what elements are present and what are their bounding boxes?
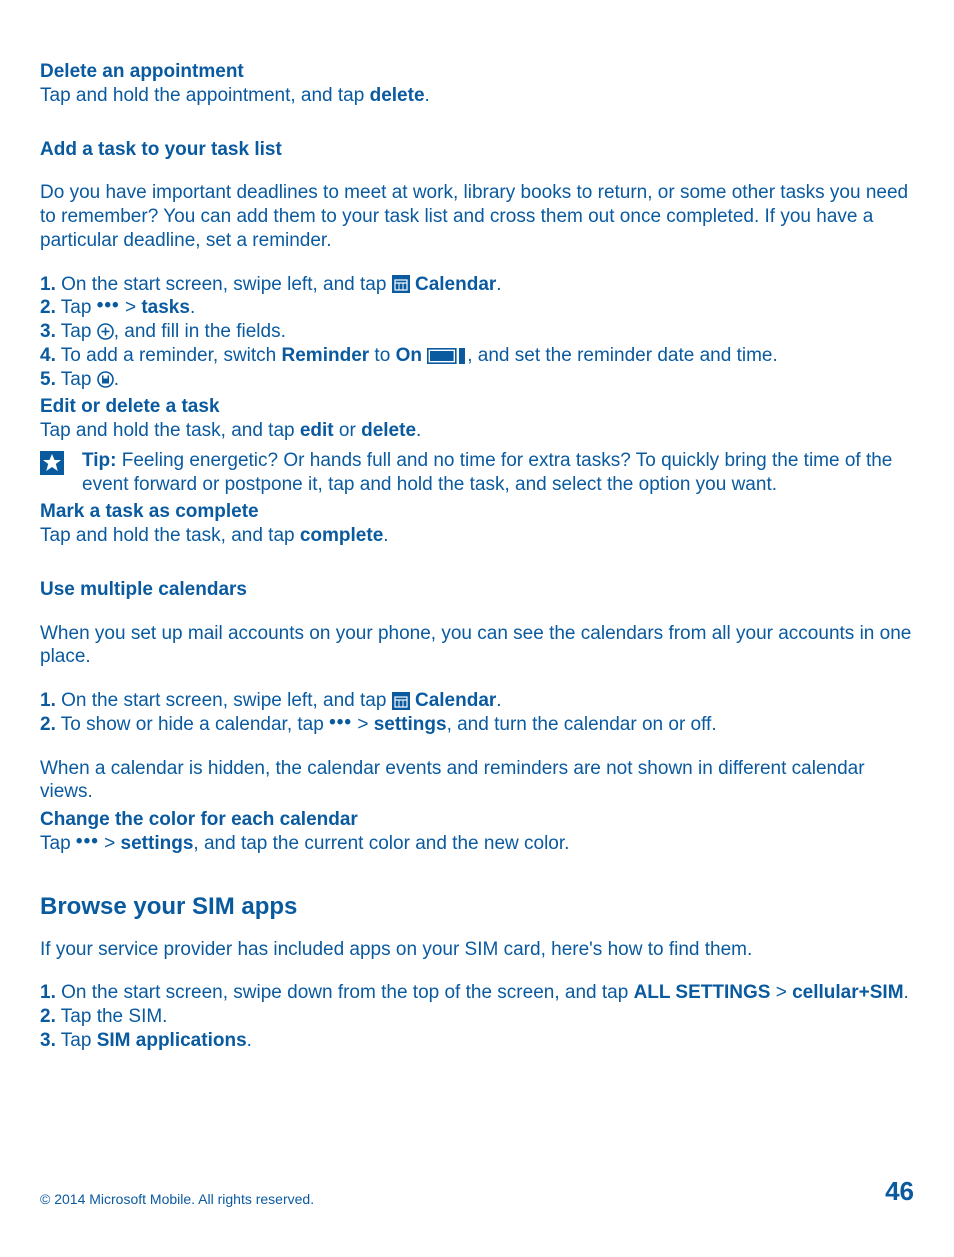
label-calendar: Calendar — [415, 690, 496, 711]
text: On the start screen, swipe left, and tap — [56, 690, 392, 711]
text: or — [334, 420, 361, 441]
step-number: 1. — [40, 982, 56, 1003]
step-1-cal: 1. On the start screen, swipe left, and … — [40, 689, 914, 713]
text: Tap and hold the appointment, and tap — [40, 85, 370, 106]
label-edit: edit — [300, 420, 334, 441]
step-number: 2. — [40, 297, 56, 318]
text: To show or hide a calendar, tap — [56, 714, 329, 735]
heading-add-task: Add a task to your task list — [40, 138, 914, 162]
text: . — [247, 1030, 252, 1051]
text: To add a reminder, switch — [56, 345, 282, 366]
step-2-sim: 2. Tap the SIM. — [40, 1005, 914, 1029]
label-settings: settings — [121, 833, 194, 854]
page-content: Delete an appointment Tap and hold the a… — [40, 60, 914, 1053]
text: . — [383, 525, 388, 546]
body-mark-complete: Tap and hold the task, and tap complete. — [40, 524, 914, 548]
heading-change-color: Change the color for each calendar — [40, 808, 914, 832]
more-icon: ••• — [76, 831, 99, 852]
step-number: 5. — [40, 369, 56, 390]
step-number: 2. — [40, 714, 56, 735]
page-number: 46 — [885, 1176, 914, 1207]
step-4: 4. To add a reminder, switch Reminder to… — [40, 344, 914, 368]
label-on: On — [396, 345, 422, 366]
step-2-cal: 2. To show or hide a calendar, tap ••• >… — [40, 713, 914, 737]
step-3: 3. Tap , and fill in the fields. — [40, 320, 914, 344]
text: . — [114, 369, 119, 390]
more-icon: ••• — [329, 712, 352, 733]
label-cellular-sim: cellular+SIM — [792, 982, 903, 1003]
text: > — [770, 982, 792, 1003]
text: Tap — [56, 369, 97, 390]
calendar-icon — [392, 692, 410, 710]
label-complete: complete — [300, 525, 383, 546]
text: . — [416, 420, 421, 441]
text: > — [120, 297, 142, 318]
heading-edit-delete-task: Edit or delete a task — [40, 395, 914, 419]
copyright-text: © 2014 Microsoft Mobile. All rights rese… — [40, 1191, 314, 1207]
text: , and tap the current color and the new … — [193, 833, 569, 854]
step-number: 4. — [40, 345, 56, 366]
step-number: 1. — [40, 690, 56, 711]
tip-text: Tip: Feeling energetic? Or hands full an… — [82, 449, 914, 497]
toggle-on-icon — [427, 348, 467, 364]
step-number: 1. — [40, 274, 56, 295]
text: . — [190, 297, 195, 318]
text: , and fill in the fields. — [114, 321, 286, 342]
label-calendar: Calendar — [415, 274, 496, 295]
step-5: 5. Tap . — [40, 368, 914, 392]
text: Tap — [56, 321, 97, 342]
text: > — [352, 714, 374, 735]
step-number: 2. — [40, 1006, 56, 1027]
text: . — [425, 85, 430, 106]
text: On the start screen, swipe down from the… — [56, 982, 634, 1003]
heading-multiple-calendars: Use multiple calendars — [40, 578, 914, 602]
plus-circle-icon — [97, 323, 114, 340]
intro-sim-apps: If your service provider has included ap… — [40, 938, 914, 962]
label-reminder: Reminder — [282, 345, 370, 366]
label-all-settings: ALL SETTINGS — [634, 982, 771, 1003]
body-edit-delete-task: Tap and hold the task, and tap edit or d… — [40, 419, 914, 443]
outro-multiple-calendars: When a calendar is hidden, the calendar … — [40, 757, 914, 805]
star-tip-icon — [40, 451, 64, 475]
intro-multiple-calendars: When you set up mail accounts on your ph… — [40, 622, 914, 670]
step-3-sim: 3. Tap SIM applications. — [40, 1029, 914, 1053]
tip-block: Tip: Feeling energetic? Or hands full an… — [40, 449, 914, 497]
body-delete-appointment: Tap and hold the appointment, and tap de… — [40, 84, 914, 108]
more-icon: ••• — [97, 295, 120, 316]
intro-add-task: Do you have important deadlines to meet … — [40, 181, 914, 252]
step-number: 3. — [40, 1030, 56, 1051]
text: Tap the SIM. — [56, 1006, 168, 1027]
text: to — [369, 345, 395, 366]
save-circle-icon — [97, 371, 114, 388]
body-change-color: Tap ••• > settings, and tap the current … — [40, 832, 914, 856]
label-delete: delete — [370, 85, 425, 106]
text: Tap — [40, 833, 76, 854]
step-2: 2. Tap ••• > tasks. — [40, 296, 914, 320]
heading-delete-appointment: Delete an appointment — [40, 60, 914, 84]
text: Tap — [56, 297, 97, 318]
text: , and set the reminder date and time. — [467, 345, 778, 366]
text: . — [496, 690, 501, 711]
page-footer: © 2014 Microsoft Mobile. All rights rese… — [40, 1176, 914, 1207]
text: Tap — [56, 1030, 97, 1051]
text: Tap and hold the task, and tap — [40, 420, 300, 441]
text: . — [496, 274, 501, 295]
text: Tap and hold the task, and tap — [40, 525, 300, 546]
heading-mark-complete: Mark a task as complete — [40, 500, 914, 524]
text: Feeling energetic? Or hands full and no … — [82, 450, 892, 495]
calendar-icon — [392, 275, 410, 293]
step-number: 3. — [40, 321, 56, 342]
text: . — [904, 982, 909, 1003]
text: > — [99, 833, 121, 854]
heading-browse-sim-apps: Browse your SIM apps — [40, 892, 914, 922]
text: On the start screen, swipe left, and tap — [56, 274, 392, 295]
step-1: 1. On the start screen, swipe left, and … — [40, 273, 914, 297]
label-tasks: tasks — [141, 297, 190, 318]
label-settings: settings — [374, 714, 447, 735]
tip-label: Tip: — [82, 450, 116, 471]
label-sim-applications: SIM applications — [97, 1030, 247, 1051]
label-delete: delete — [361, 420, 416, 441]
text: , and turn the calendar on or off. — [447, 714, 717, 735]
step-1-sim: 1. On the start screen, swipe down from … — [40, 981, 914, 1005]
